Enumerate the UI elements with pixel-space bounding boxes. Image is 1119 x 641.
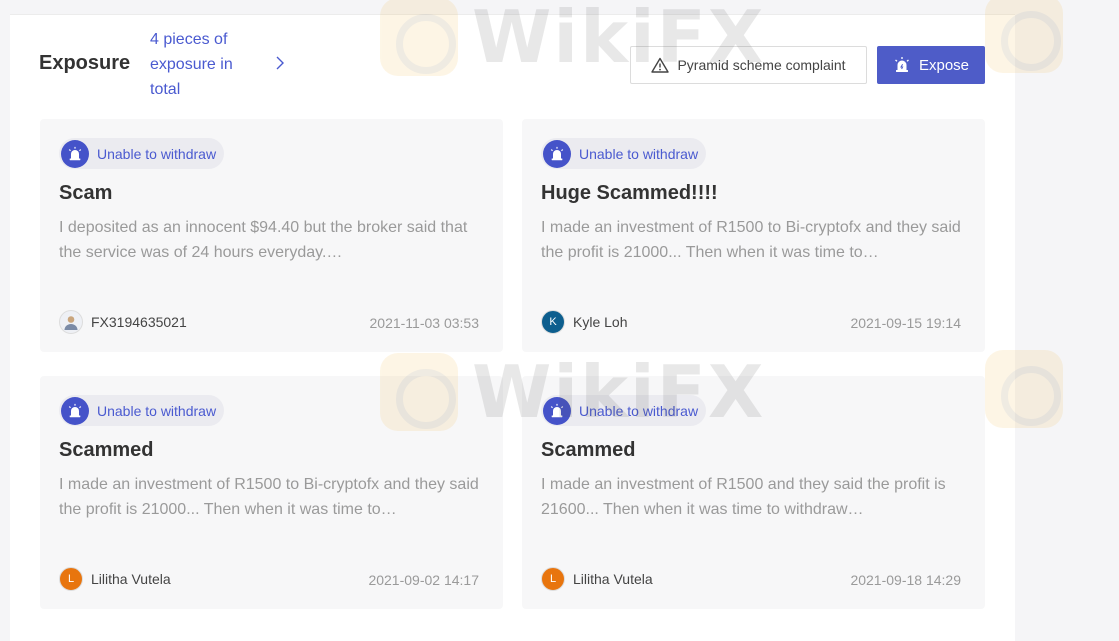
alarm-icon — [543, 396, 571, 425]
category-tag: Unable to withdraw — [59, 138, 225, 169]
card-excerpt: I made an investment of R1500 and they s… — [541, 476, 946, 518]
card-date: 2021-11-03 03:53 — [369, 315, 480, 331]
category-tag-label: Unable to withdraw — [97, 145, 217, 162]
category-tag-label: Unable to withdraw — [579, 402, 699, 419]
card-title: Scam — [59, 182, 113, 204]
card-date: 2021-09-18 14:29 — [850, 572, 961, 588]
category-tag: Unable to withdraw — [59, 395, 225, 426]
alarm-icon — [61, 139, 89, 168]
card-author: FX3194635021 — [59, 310, 187, 334]
alarm-icon — [61, 396, 89, 425]
exposure-card[interactable]: Unable to withdraw Scammed I made an inv… — [522, 376, 985, 609]
card-author: L Lilitha Vutela — [541, 567, 653, 591]
card-author: L Lilitha Vutela — [59, 567, 171, 591]
card-title: Scammed — [541, 439, 636, 461]
card-date: 2021-09-02 14:17 — [368, 572, 479, 588]
author-name: Lilitha Vutela — [91, 571, 171, 587]
exposure-card[interactable]: Unable to withdraw Huge Scammed!!!! I ma… — [522, 119, 985, 352]
expose-button-label: Expose — [918, 56, 970, 74]
author-name: FX3194635021 — [91, 314, 187, 330]
alarm-icon — [543, 139, 571, 168]
warning-icon — [651, 57, 670, 73]
card-title: Huge Scammed!!!! — [541, 182, 718, 204]
category-tag: Unable to withdraw — [541, 138, 707, 169]
card-excerpt: I made an investment of R1500 to Bi-cryp… — [59, 476, 479, 518]
chevron-right-icon[interactable] — [272, 53, 288, 73]
author-name: Lilitha Vutela — [573, 571, 653, 587]
card-title: Scammed — [59, 439, 154, 461]
exposure-card[interactable]: Unable to withdraw Scam I deposited as a… — [40, 119, 503, 352]
category-tag-label: Unable to withdraw — [579, 145, 699, 162]
exposure-count-link[interactable]: 4 pieces of exposure in total — [150, 27, 260, 102]
card-excerpt: I deposited as an innocent $94.40 but th… — [59, 219, 468, 261]
author-name: Kyle Loh — [573, 314, 628, 330]
expose-button[interactable]: Expose — [877, 46, 985, 84]
complaint-button-label: Pyramid scheme complaint — [677, 57, 846, 73]
avatar: L — [541, 567, 565, 591]
exposure-card[interactable]: Unable to withdraw Scammed I made an inv… — [40, 376, 503, 609]
exposure-header: Exposure 4 pieces of exposure in total P… — [10, 15, 1015, 115]
pyramid-scheme-complaint-button[interactable]: Pyramid scheme complaint — [630, 46, 867, 84]
category-tag: Unable to withdraw — [541, 395, 707, 426]
category-tag-label: Unable to withdraw — [97, 402, 217, 419]
card-author: K Kyle Loh — [541, 310, 627, 334]
user-icon — [64, 316, 78, 330]
section-title: Exposure — [39, 52, 131, 74]
avatar: L — [59, 567, 83, 591]
alarm-icon — [895, 57, 909, 72]
avatar: K — [541, 310, 565, 334]
card-date: 2021-09-15 19:14 — [850, 315, 961, 331]
exposure-panel: Exposure 4 pieces of exposure in total P… — [10, 14, 1015, 641]
card-excerpt: I made an investment of R1500 to Bi-cryp… — [541, 219, 961, 261]
avatar — [59, 310, 83, 334]
